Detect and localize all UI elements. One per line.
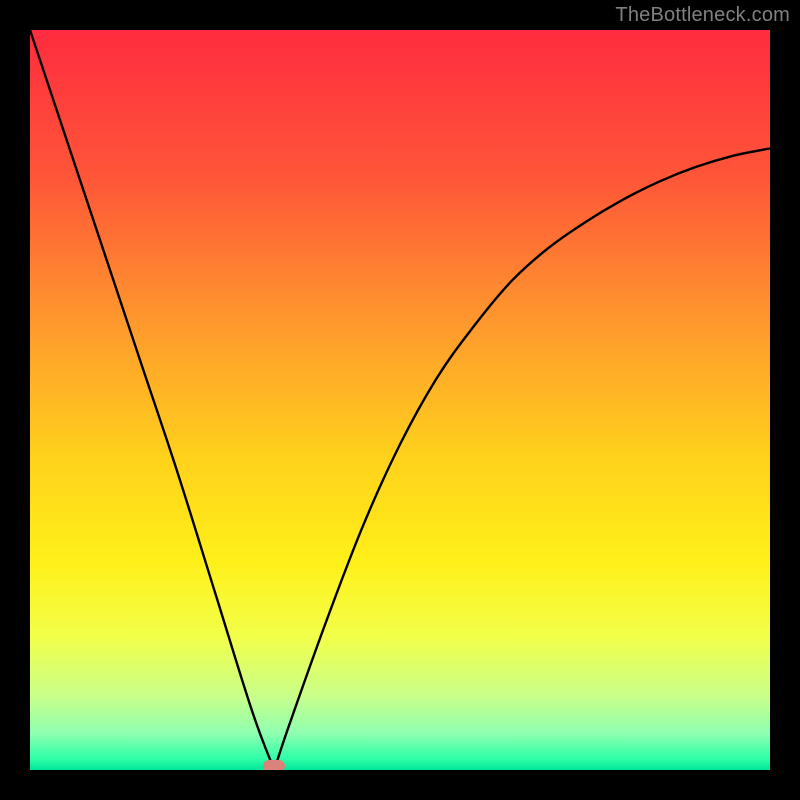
- chart-frame: TheBottleneck.com: [0, 0, 800, 800]
- bottleneck-curve: [30, 30, 770, 770]
- minimum-marker: [263, 760, 285, 770]
- plot-area: [30, 30, 770, 770]
- watermark-text: TheBottleneck.com: [615, 4, 790, 27]
